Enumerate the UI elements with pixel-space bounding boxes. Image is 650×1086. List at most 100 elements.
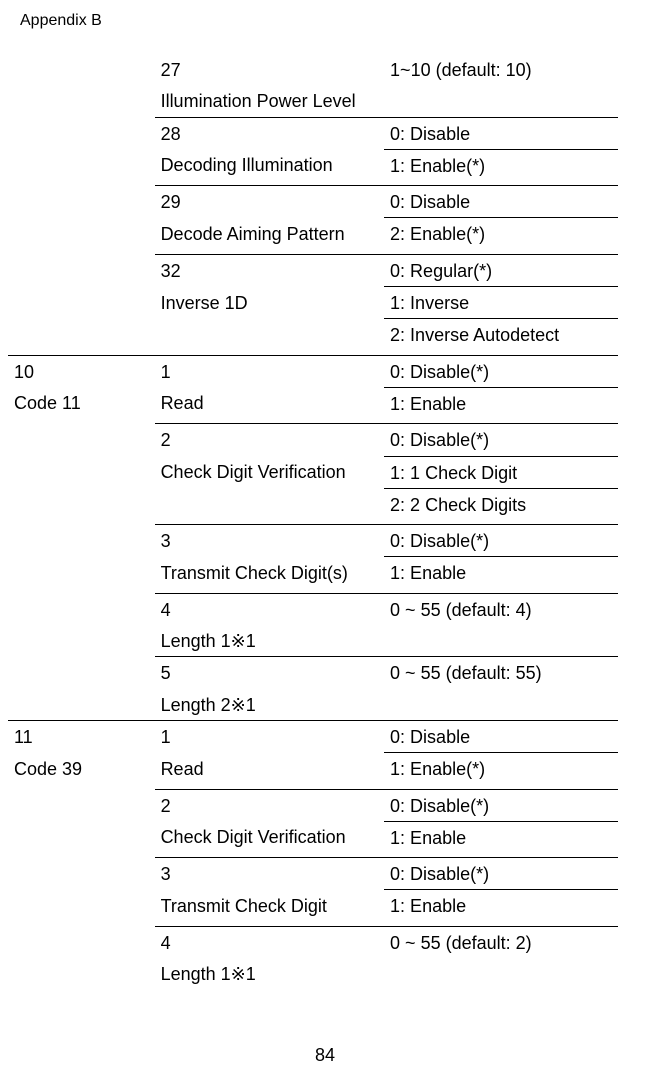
cell-value: 0 ~ 55 (default: 2) xyxy=(384,926,618,958)
cell-value xyxy=(384,625,618,657)
cell-param: Read xyxy=(155,753,384,785)
table-row: 280: Disable xyxy=(8,117,618,149)
table-row: Decoding Illumination1: Enable(*) xyxy=(8,149,618,181)
table-row: 30: Disable(*) xyxy=(8,525,618,557)
cell-code-group: Code 39 xyxy=(8,753,155,785)
table-row: 2: 2 Check Digits xyxy=(8,488,618,520)
table-row: Transmit Check Digit1: Enable xyxy=(8,890,618,922)
table-row: Transmit Check Digit(s)1: Enable xyxy=(8,557,618,589)
cell-param: 5 xyxy=(155,657,384,689)
table-row: 20: Disable(*) xyxy=(8,789,618,821)
cell-param: Length 1※1 xyxy=(155,958,384,989)
table-row: Length 2※1 xyxy=(8,689,618,721)
cell-value: 0: Disable(*) xyxy=(384,424,618,456)
table-row: 320: Regular(*) xyxy=(8,254,618,286)
table-row: 1010: Disable(*) xyxy=(8,355,618,387)
cell-code-group xyxy=(8,218,155,250)
cell-code-group xyxy=(8,254,155,286)
cell-value: 2: 2 Check Digits xyxy=(384,488,618,520)
cell-code-group xyxy=(8,525,155,557)
cell-code-group xyxy=(8,319,155,351)
cell-value: 1~10 (default: 10) xyxy=(384,54,618,85)
cell-value xyxy=(384,85,618,117)
cell-param xyxy=(155,319,384,351)
cell-code-group xyxy=(8,858,155,890)
spec-table: 271~10 (default: 10)Illumination Power L… xyxy=(8,54,618,989)
cell-value: 1: Enable(*) xyxy=(384,149,618,181)
cell-value: 0: Disable(*) xyxy=(384,789,618,821)
cell-value: 1: 1 Check Digit xyxy=(384,456,618,488)
cell-param: 28 xyxy=(155,117,384,149)
page-header: Appendix B xyxy=(20,12,630,30)
cell-value: 0: Regular(*) xyxy=(384,254,618,286)
cell-code-group xyxy=(8,117,155,149)
cell-code-group xyxy=(8,557,155,589)
cell-value: 0: Disable xyxy=(384,720,618,752)
cell-param: Transmit Check Digit xyxy=(155,890,384,922)
table-row: 20: Disable(*) xyxy=(8,424,618,456)
cell-param: 4 xyxy=(155,593,384,625)
cell-value: 1: Enable xyxy=(384,557,618,589)
table-row: Inverse 1D1: Inverse xyxy=(8,287,618,319)
table-row: Code 11Read1: Enable xyxy=(8,387,618,419)
cell-code-group xyxy=(8,54,155,85)
cell-value: 0: Disable(*) xyxy=(384,355,618,387)
table-row: Illumination Power Level xyxy=(8,85,618,117)
cell-param: Check Digit Verification xyxy=(155,456,384,488)
cell-param xyxy=(155,488,384,520)
cell-value: 2: Inverse Autodetect xyxy=(384,319,618,351)
cell-code-group xyxy=(8,890,155,922)
cell-value: 0 ~ 55 (default: 55) xyxy=(384,657,618,689)
table-row: Length 1※1 xyxy=(8,625,618,657)
cell-param: Decode Aiming Pattern xyxy=(155,218,384,250)
cell-param: Length 1※1 xyxy=(155,625,384,657)
cell-code-group xyxy=(8,926,155,958)
cell-code-group xyxy=(8,821,155,853)
cell-param: 1 xyxy=(155,720,384,752)
table-row: 30: Disable(*) xyxy=(8,858,618,890)
cell-param: Decoding Illumination xyxy=(155,149,384,181)
cell-value: 1: Enable xyxy=(384,387,618,419)
table-row: 290: Disable xyxy=(8,186,618,218)
cell-value: 0: Disable xyxy=(384,117,618,149)
table-row: Decode Aiming Pattern2: Enable(*) xyxy=(8,218,618,250)
cell-code-group xyxy=(8,424,155,456)
cell-value xyxy=(384,689,618,721)
cell-code-group: 10 xyxy=(8,355,155,387)
cell-code-group xyxy=(8,456,155,488)
cell-value: 0: Disable(*) xyxy=(384,525,618,557)
cell-param: Illumination Power Level xyxy=(155,85,384,117)
cell-param: Read xyxy=(155,387,384,419)
cell-param: 32 xyxy=(155,254,384,286)
cell-value: 1: Enable xyxy=(384,821,618,853)
cell-param: 1 xyxy=(155,355,384,387)
cell-code-group xyxy=(8,789,155,821)
cell-code-group xyxy=(8,287,155,319)
cell-param: 3 xyxy=(155,858,384,890)
cell-value: 1: Enable(*) xyxy=(384,753,618,785)
cell-value: 2: Enable(*) xyxy=(384,218,618,250)
cell-code-group xyxy=(8,488,155,520)
cell-param: 29 xyxy=(155,186,384,218)
cell-param: 4 xyxy=(155,926,384,958)
cell-code-group xyxy=(8,657,155,689)
cell-code-group xyxy=(8,689,155,721)
cell-value: 0: Disable(*) xyxy=(384,858,618,890)
cell-param: Transmit Check Digit(s) xyxy=(155,557,384,589)
table-row: Length 1※1 xyxy=(8,958,618,989)
table-row: 50 ~ 55 (default: 55) xyxy=(8,657,618,689)
cell-param: Inverse 1D xyxy=(155,287,384,319)
cell-value: 0 ~ 55 (default: 4) xyxy=(384,593,618,625)
cell-code-group xyxy=(8,186,155,218)
page-number: 84 xyxy=(20,1045,630,1066)
table-row: 271~10 (default: 10) xyxy=(8,54,618,85)
table-row: 2: Inverse Autodetect xyxy=(8,319,618,351)
cell-code-group xyxy=(8,958,155,989)
cell-code-group xyxy=(8,625,155,657)
cell-param: 27 xyxy=(155,54,384,85)
table-row: 40 ~ 55 (default: 2) xyxy=(8,926,618,958)
cell-code-group xyxy=(8,593,155,625)
table-row: Check Digit Verification1: Enable xyxy=(8,821,618,853)
cell-param: 2 xyxy=(155,789,384,821)
cell-value: 1: Enable xyxy=(384,890,618,922)
